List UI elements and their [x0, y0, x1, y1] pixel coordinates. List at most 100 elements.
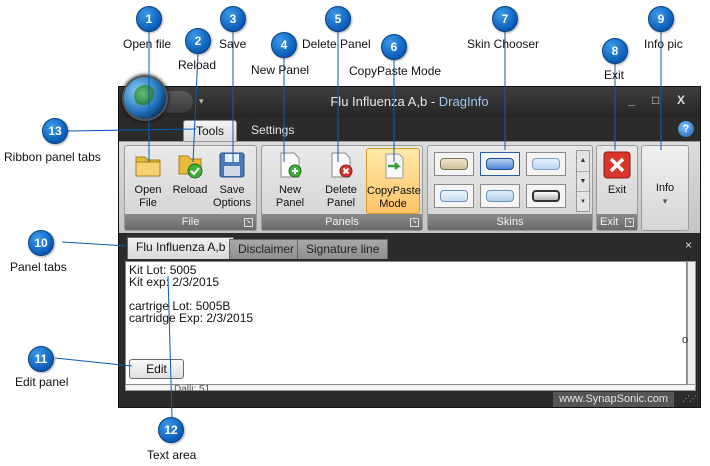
- callout-12: 12: [158, 417, 184, 443]
- callout-5: 5: [325, 6, 351, 32]
- callout-label-info-pic: Info pic: [644, 37, 683, 51]
- tab-settings[interactable]: Settings: [239, 120, 306, 141]
- floppy-disk-icon: [217, 150, 247, 180]
- skin-gallery-expand-icon[interactable]: ▾: [577, 191, 589, 211]
- ribbon-tab-bar: Tools Settings ?: [119, 117, 700, 141]
- callout-10: 10: [28, 230, 54, 256]
- skin-option-5[interactable]: [480, 184, 520, 208]
- text-area-scrollbar[interactable]: [687, 261, 696, 385]
- panel-close-icon[interactable]: ×: [685, 238, 692, 252]
- panel-tab-flu-influenza[interactable]: Flu Influenza A,b: [127, 237, 235, 259]
- exit-x-icon: [602, 150, 632, 180]
- reload-label: Reload: [172, 184, 208, 196]
- save-options-button[interactable]: Save Options: [213, 150, 251, 214]
- tab-tools[interactable]: Tools: [183, 120, 238, 141]
- text-line: Kit exp: 2/3/2015: [129, 275, 220, 289]
- text-area[interactable]: Kit Lot: 5005 Kit exp: 2/3/2015 cartrige…: [125, 261, 687, 385]
- skin-chooser-gallery: [432, 150, 574, 212]
- callout-label-reload: Reload: [178, 58, 217, 72]
- app-orb-globe-icon[interactable]: [122, 75, 168, 121]
- exit-group-launcher-icon[interactable]: ↘: [625, 218, 634, 227]
- status-website[interactable]: www.SynapSonic.com: [553, 392, 674, 407]
- open-file-label: Open File: [134, 184, 162, 209]
- callout-label-ribbon-panel-tabs: Ribbon panel tabs: [4, 150, 101, 164]
- info-dropdown-icon: ▾: [662, 196, 668, 206]
- text-line: cartridge Exp: 2/3/2015: [129, 311, 254, 325]
- help-icon[interactable]: ?: [678, 121, 694, 137]
- exit-button[interactable]: Exit: [598, 150, 636, 214]
- callout-8: 8: [602, 38, 628, 64]
- skin-scroll-up-icon[interactable]: ▲: [577, 151, 589, 171]
- delete-panel-button[interactable]: Delete Panel: [320, 150, 362, 214]
- window-title-separator: -: [427, 94, 439, 109]
- callout-label-save: Save: [219, 37, 247, 51]
- new-document-icon: [275, 150, 305, 180]
- callout-label-copypaste-mode: CopyPaste Mode: [349, 64, 442, 78]
- reload-icon: [175, 150, 205, 180]
- panels-group-launcher-icon[interactable]: ↘: [410, 218, 419, 227]
- callout-label-open-file: Open file: [123, 37, 172, 51]
- skin-gallery-scrollbar[interactable]: ▲ ▼ ▾: [576, 150, 590, 212]
- callout-label-edit-panel: Edit panel: [15, 375, 69, 389]
- close-button[interactable]: X: [677, 93, 685, 107]
- skin-option-1[interactable]: [434, 152, 474, 176]
- callout-3: 3: [220, 6, 246, 32]
- open-file-button[interactable]: Open File: [129, 150, 167, 214]
- group-file: Open File Reload Save Options File ↘: [124, 145, 257, 231]
- callout-2: 2: [185, 28, 211, 54]
- new-panel-label: New Panel: [275, 184, 305, 209]
- group-info: Info ▾: [641, 145, 689, 231]
- title-bar: ▾ Flu Influenza A,b - DragInfo _ □ X: [119, 87, 700, 117]
- callout-11: 11: [28, 346, 54, 372]
- ribbon: Open File Reload Save Options File ↘ New…: [119, 141, 700, 233]
- app-window: ▾ Flu Influenza A,b - DragInfo _ □ X Too…: [118, 75, 701, 408]
- group-panels: New Panel Delete Panel CopyPaste Mode Pa…: [261, 145, 423, 231]
- callout-label-new-panel: New Panel: [251, 63, 310, 77]
- reload-button[interactable]: Reload: [171, 150, 209, 214]
- exit-label: Exit: [607, 184, 627, 196]
- panel-tab-signature-line[interactable]: Signature line: [297, 239, 389, 259]
- minimize-button[interactable]: _: [628, 93, 635, 107]
- edit-button[interactable]: Edit: [129, 359, 184, 379]
- skin-option-2[interactable]: [480, 152, 520, 176]
- copypaste-arrows-icon: [378, 151, 408, 181]
- callout-13: 13: [42, 118, 68, 144]
- callout-label-exit: Exit: [604, 68, 625, 82]
- window-title-document: Flu Influenza A,b: [330, 94, 428, 109]
- folder-icon: [133, 150, 163, 180]
- group-file-label: File: [125, 214, 256, 230]
- group-panels-label: Panels: [262, 214, 422, 230]
- window-title: Flu Influenza A,b - DragInfo: [119, 94, 700, 109]
- group-skins-label: Skins: [428, 214, 592, 230]
- skin-scroll-down-icon[interactable]: ▼: [577, 171, 589, 191]
- skin-option-3[interactable]: [526, 152, 566, 176]
- copypaste-mode-label: CopyPaste Mode: [367, 185, 421, 210]
- delete-panel-label: Delete Panel: [325, 184, 357, 209]
- info-button[interactable]: Info ▾: [646, 182, 684, 222]
- panel-tab-bar: Flu Influenza A,b Disclaimer Signature l…: [119, 233, 700, 259]
- new-panel-button[interactable]: New Panel: [264, 150, 316, 214]
- panel-tab-disclaimer[interactable]: Disclaimer: [229, 239, 304, 259]
- file-group-launcher-icon[interactable]: ↘: [244, 218, 253, 227]
- skin-option-6[interactable]: [526, 184, 566, 208]
- group-skins: ▲ ▼ ▾ Skins: [427, 145, 593, 231]
- callout-4: 4: [271, 32, 297, 58]
- callout-9: 9: [648, 6, 674, 32]
- resize-grip-icon[interactable]: ⋰⋰: [682, 394, 697, 403]
- delete-document-icon: [326, 150, 356, 180]
- window-title-app: DragInfo: [438, 94, 489, 109]
- callout-label-skin-chooser: Skin Chooser: [467, 37, 540, 51]
- clipped-glyph: o: [682, 334, 689, 346]
- copypaste-mode-button[interactable]: CopyPaste Mode: [366, 148, 421, 214]
- info-label: Info: [655, 182, 675, 194]
- callout-7: 7: [492, 6, 518, 32]
- status-bar: www.SynapSonic.com ⋰⋰: [119, 391, 700, 407]
- callout-label-panel-tabs: Panel tabs: [10, 260, 67, 274]
- callout-1: 1: [136, 6, 162, 32]
- skin-option-4[interactable]: [434, 184, 474, 208]
- callout-label-text-area: Text area: [147, 448, 197, 462]
- callout-label-delete-panel: Delete Panel: [302, 37, 371, 51]
- maximize-button[interactable]: □: [652, 93, 659, 107]
- group-exit: Exit Exit ↘: [596, 145, 638, 231]
- save-options-label: Save Options: [213, 184, 251, 209]
